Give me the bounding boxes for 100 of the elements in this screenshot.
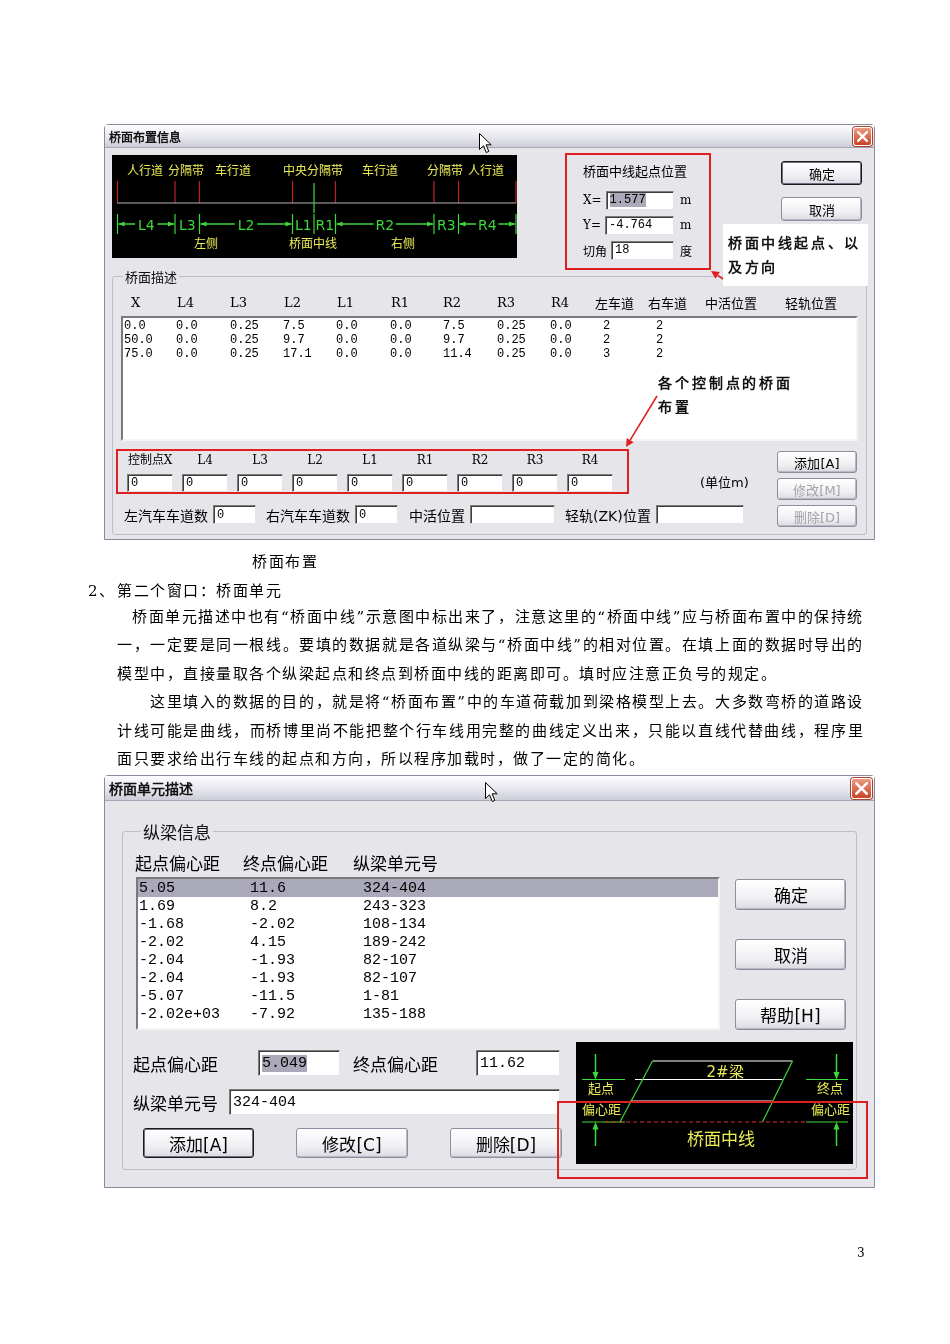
table-cell: 5.05: [139, 879, 175, 897]
boundary-line: [433, 180, 435, 204]
input-field[interactable]: 5.049: [258, 1050, 340, 1077]
dimension-label: R2: [375, 217, 395, 233]
input-field[interactable]: 0: [237, 474, 283, 492]
table-cell: 0.0: [390, 347, 412, 361]
table-cell: 0.0: [124, 319, 146, 333]
column-header: L3: [230, 295, 248, 310]
input-field[interactable]: 0: [292, 474, 338, 492]
column-header: 左车道: [595, 295, 635, 312]
boundary-line: [174, 180, 176, 204]
list-row[interactable]: -5.07 -11.5 1-81: [138, 987, 718, 1006]
field-label: Y=: [583, 218, 601, 232]
input-field[interactable]: [655, 505, 744, 524]
ok-button[interactable]: 确定: [781, 161, 862, 185]
table-cell: 189-242: [363, 933, 426, 951]
diagram-label: 起点: [588, 1080, 614, 1096]
input-field[interactable]: 0: [213, 505, 256, 524]
table-cell: 0.25: [497, 319, 526, 333]
input-field[interactable]: 0: [402, 474, 448, 492]
diagram-label: 左侧: [193, 237, 218, 251]
table-cell: 7.5: [283, 319, 305, 333]
input-field[interactable]: 18: [611, 240, 674, 260]
annotation-note: 各个控制点的桥面布置: [658, 374, 795, 417]
list-row[interactable]: -2.02 4.15 189-242: [138, 933, 718, 952]
list-row[interactable]: -2.04 -1.93 82-107: [138, 951, 718, 970]
list-row[interactable]: -2.04 -1.93 82-107: [138, 969, 718, 988]
group-title: 桥面描述: [124, 269, 178, 286]
diagram-label: 桥面中线: [687, 1129, 755, 1150]
table-cell: 108-134: [363, 915, 426, 933]
boundary-line: [457, 180, 460, 204]
close-button[interactable]: [851, 777, 872, 799]
table-cell: 2: [656, 319, 664, 333]
input-field[interactable]: 0: [182, 474, 228, 492]
field-label: 左汽车车道数: [124, 506, 208, 525]
table-cell: 2: [603, 319, 611, 333]
boundary-line: [198, 180, 201, 204]
diagram-label: 中央分隔带: [283, 164, 343, 178]
input-field[interactable]: -4.764: [605, 215, 674, 235]
input-field[interactable]: 0: [127, 474, 173, 492]
modify-button[interactable]: 修改[C]: [296, 1128, 408, 1159]
annotation-note: 桥面中线起点、以及方向: [723, 224, 868, 286]
input-field[interactable]: 11.62: [476, 1050, 560, 1077]
add-button[interactable]: 添加[A]: [143, 1128, 254, 1159]
input-field[interactable]: 0: [512, 474, 558, 492]
table-cell: 82-107: [363, 969, 417, 987]
field-label: 终点偏心距: [353, 1053, 439, 1076]
delete-button[interactable]: 删除[D]: [450, 1128, 562, 1159]
help-button[interactable]: 帮助[H]: [735, 999, 846, 1031]
input-field[interactable]: 0: [567, 474, 613, 492]
field-label: 轻轨(ZK)位置: [565, 506, 651, 525]
table-cell: 0.0: [336, 347, 358, 361]
input-field[interactable]: [470, 505, 555, 524]
list-row[interactable]: 5.05 11.6 324-404: [138, 879, 718, 898]
table-cell: -7.92: [250, 1005, 295, 1023]
cursor-icon: [479, 133, 492, 154]
table-cell: 0.0: [176, 333, 198, 347]
diagram-label: 偏心距: [810, 1101, 850, 1117]
table-cell: 243-323: [363, 897, 426, 915]
table-cell: 1.69: [139, 897, 175, 915]
diagram-label: 人行道: [468, 164, 504, 178]
field-label: R2: [471, 453, 489, 467]
table-cell: 75.0: [124, 347, 153, 361]
close-button[interactable]: [853, 126, 872, 146]
table-cell: 135-188: [363, 1005, 426, 1023]
field-label: 中活位置: [409, 506, 465, 525]
ok-button[interactable]: 确定: [735, 879, 846, 911]
list-row[interactable]: -1.68 -2.02 108-134: [138, 915, 718, 934]
input-field[interactable]: 0: [347, 474, 393, 492]
diagram-label: 车行道: [215, 164, 251, 178]
boundary-line: [334, 180, 337, 204]
field-label: 切角: [583, 243, 607, 259]
close-icon: [855, 781, 868, 795]
table-cell: 2: [656, 333, 664, 347]
field-label: L1: [362, 453, 378, 467]
table-cell: -2.02e+03: [139, 1005, 220, 1023]
section-title: 第二个窗口：桥面单元: [117, 580, 282, 600]
cancel-button[interactable]: 取消: [735, 939, 846, 971]
unit-label: m: [680, 193, 692, 207]
column-header: 纵梁单元号: [353, 853, 438, 876]
input-field[interactable]: 0: [355, 505, 398, 524]
table-cell: 0.25: [497, 347, 526, 361]
unit-label: m: [680, 218, 692, 232]
add-button[interactable]: 添加[A]: [777, 451, 857, 473]
input-field[interactable]: 0: [457, 474, 503, 492]
table-cell: 0.0: [550, 347, 572, 361]
table-cell: 1-81: [363, 987, 399, 1005]
dimension-label: R1: [315, 217, 335, 233]
annotation-arrow: [711, 271, 724, 280]
cancel-button[interactable]: 取消: [781, 197, 862, 221]
input-field[interactable]: 1.577: [605, 190, 674, 210]
table-cell: 9.7: [283, 333, 305, 347]
list-row[interactable]: 1.69 8.2 243-323: [138, 897, 718, 916]
diagram-label: 人行道: [127, 164, 163, 178]
input-field[interactable]: 324-404: [229, 1089, 560, 1116]
list-row[interactable]: -2.02e+03 -7.92 135-188: [138, 1005, 718, 1024]
table-cell: -2.02: [250, 915, 295, 933]
table-cell: 8.2: [250, 897, 277, 915]
field-label: L3: [252, 453, 268, 467]
field-label: 控制点X: [127, 453, 173, 467]
